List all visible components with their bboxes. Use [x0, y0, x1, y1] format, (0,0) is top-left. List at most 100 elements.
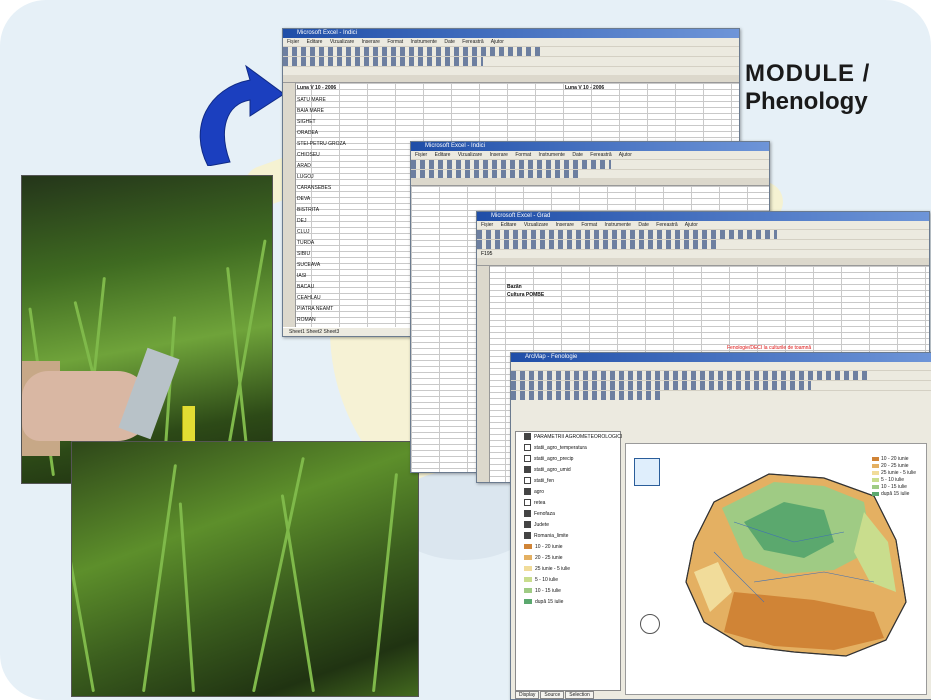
map-legend-label: 10 - 15 iulie	[881, 484, 907, 490]
legend-swatch	[524, 566, 532, 572]
layer-item[interactable]: statii_agro_umid	[520, 465, 620, 476]
station-row[interactable]: SATU MARE	[297, 97, 326, 103]
legend-swatch	[524, 599, 532, 605]
map-legend-label: 5 - 10 iulie	[881, 477, 905, 483]
sheet-label-2: Cultura POMBE	[507, 292, 545, 298]
toc-tab[interactable]: Selection	[565, 691, 594, 699]
toc-tabs[interactable]: Display Source Selection	[515, 691, 595, 699]
excel-format-toolbar[interactable]	[477, 239, 929, 249]
layer-item[interactable]: Judete	[520, 520, 620, 531]
legend-list: 10 - 20 iunie 20 - 25 iunie 25 iunie - 5 i…	[516, 542, 620, 608]
layer-checkbox[interactable]	[524, 532, 531, 540]
table-of-contents[interactable]: PARAMETRII AGROMETEOROLOGICI statii_agro_…	[515, 431, 623, 691]
layer-checkbox[interactable]	[524, 488, 531, 496]
module-title-line2: Phenology	[745, 88, 868, 115]
column-headers	[411, 178, 769, 186]
layer-checkbox[interactable]	[524, 466, 531, 474]
layer-label: agro	[534, 489, 545, 495]
anm-logo-icon	[634, 458, 660, 486]
map-legend-item: după 15 iulie	[872, 491, 922, 498]
layer-item[interactable]: Fenofaza	[520, 509, 620, 520]
station-row[interactable]: SIBIU	[297, 251, 310, 257]
station-row[interactable]: LUGOJ	[297, 174, 314, 180]
station-row[interactable]: CARANSEBES	[297, 185, 331, 191]
north-arrow-icon	[640, 614, 660, 634]
station-row[interactable]: PIATRA NEAMT	[297, 306, 333, 312]
layer-checkbox[interactable]	[524, 433, 531, 441]
station-row[interactable]: SIGHET	[297, 119, 316, 125]
layer-item[interactable]: statii_fen	[520, 476, 620, 487]
station-row[interactable]: ROMAN	[297, 317, 316, 323]
station-row[interactable]: TURDA	[297, 240, 314, 246]
station-row[interactable]: DEVA	[297, 196, 310, 202]
legend-label: 10 - 20 iunie	[535, 544, 563, 550]
map-legend-item: 5 - 10 iulie	[872, 477, 922, 484]
map-layout[interactable]: 10 - 20 iunie 20 - 25 iunie 25 iunie - 5 i…	[625, 443, 927, 695]
layer-checkbox[interactable]	[524, 510, 531, 518]
column-headers	[477, 258, 929, 266]
layer-item[interactable]: agro	[520, 487, 620, 498]
legend-label: după 15 iulie	[535, 599, 564, 605]
station-row[interactable]: BACAU	[297, 284, 314, 290]
excel-title: Microsoft Excel - Indici	[283, 29, 739, 38]
row-headers	[283, 83, 296, 327]
excel-toolbar[interactable]	[283, 46, 739, 56]
layer-label: statii_agro_temperatura	[534, 445, 587, 451]
legend-swatch	[524, 555, 532, 561]
map-legend-item: 25 iunie - 5 iulie	[872, 470, 922, 477]
legend-label: 10 - 15 iulie	[535, 588, 561, 594]
station-row[interactable]: ARAD	[297, 163, 311, 169]
excel-menubar[interactable]: Fișier Editare Vizualizare Inserare Form…	[283, 38, 739, 46]
gis-window[interactable]: ArcMap - Fenologie PARAMETRII AGROMETEOR…	[510, 352, 931, 700]
map-legend-swatch	[872, 484, 879, 489]
legend-label: 25 iunie - 5 iulie	[535, 566, 571, 572]
station-row[interactable]: SUCEAVA	[297, 262, 320, 268]
map-legend: 10 - 20 iunie 20 - 25 iunie 25 iunie - 5 i…	[872, 456, 922, 498]
layer-item[interactable]: Romania_limite	[520, 531, 620, 542]
map-legend-swatch	[872, 463, 879, 468]
field-measurement-photo	[21, 175, 273, 484]
layer-item[interactable]: statii_agro_temperatura	[520, 443, 620, 454]
excel-menubar[interactable]: Fișier Editare Vizualizare Inserare Form…	[411, 151, 769, 159]
station-row[interactable]: CLUJ	[297, 229, 310, 235]
layer-item[interactable]: retea	[520, 498, 620, 509]
station-row[interactable]: BAIA MARE	[297, 108, 324, 114]
layer-checkbox[interactable]	[524, 455, 531, 463]
excel-format-toolbar[interactable]	[283, 56, 739, 66]
column-headers	[283, 75, 739, 83]
layer-item[interactable]: PARAMETRII AGROMETEOROLOGICI	[520, 432, 623, 443]
toc-tab[interactable]: Source	[540, 691, 565, 699]
station-row[interactable]: DEJ	[297, 218, 306, 224]
layer-label: PARAMETRII AGROMETEOROLOGICI	[534, 434, 623, 440]
module-title: MODULE / Phenology	[745, 60, 925, 116]
legend-label: 20 - 25 iunie	[535, 555, 563, 561]
excel-toolbar[interactable]	[411, 159, 769, 169]
layer-checkbox[interactable]	[524, 477, 531, 485]
gis-menubar[interactable]	[511, 362, 931, 370]
sheet-note: Fenologie/DECI la culturile de toamnă	[727, 345, 812, 351]
station-row[interactable]: CHIOSEU	[297, 152, 320, 158]
layer-item[interactable]: statii_agro_precip	[520, 454, 620, 465]
station-row[interactable]: IASI	[297, 273, 306, 279]
gis-toolbar-3[interactable]	[511, 390, 931, 400]
map-legend-swatch	[872, 456, 879, 461]
map-legend-label: 25 iunie - 5 iulie	[881, 470, 917, 476]
station-row[interactable]: ORADEA	[297, 130, 318, 136]
layer-label: Romania_limite	[534, 533, 569, 539]
layer-checkbox[interactable]	[524, 499, 531, 507]
station-row[interactable]: STEI-PETRU GROZA	[297, 141, 346, 147]
station-row[interactable]: BISTRITA	[297, 207, 319, 213]
map-legend-item: 10 - 20 iunie	[872, 456, 922, 463]
legend-item: 10 - 15 iulie	[520, 586, 620, 597]
layer-checkbox[interactable]	[524, 521, 531, 529]
station-row[interactable]: CEAHLAU	[297, 295, 321, 301]
toc-tab[interactable]: Display	[515, 691, 540, 699]
module-title-line1: MODULE /	[745, 60, 871, 87]
gis-toolbar-1[interactable]	[511, 370, 931, 380]
gis-toolbar-2[interactable]	[511, 380, 931, 390]
layer-list[interactable]: PARAMETRII AGROMETEOROLOGICI statii_agro_…	[516, 432, 623, 542]
layer-label: statii_fen	[534, 478, 555, 484]
excel-toolbar[interactable]	[477, 229, 929, 239]
layer-checkbox[interactable]	[524, 444, 531, 452]
excel-menubar[interactable]: Fișier Editare Vizualizare Inserare Form…	[477, 221, 929, 229]
